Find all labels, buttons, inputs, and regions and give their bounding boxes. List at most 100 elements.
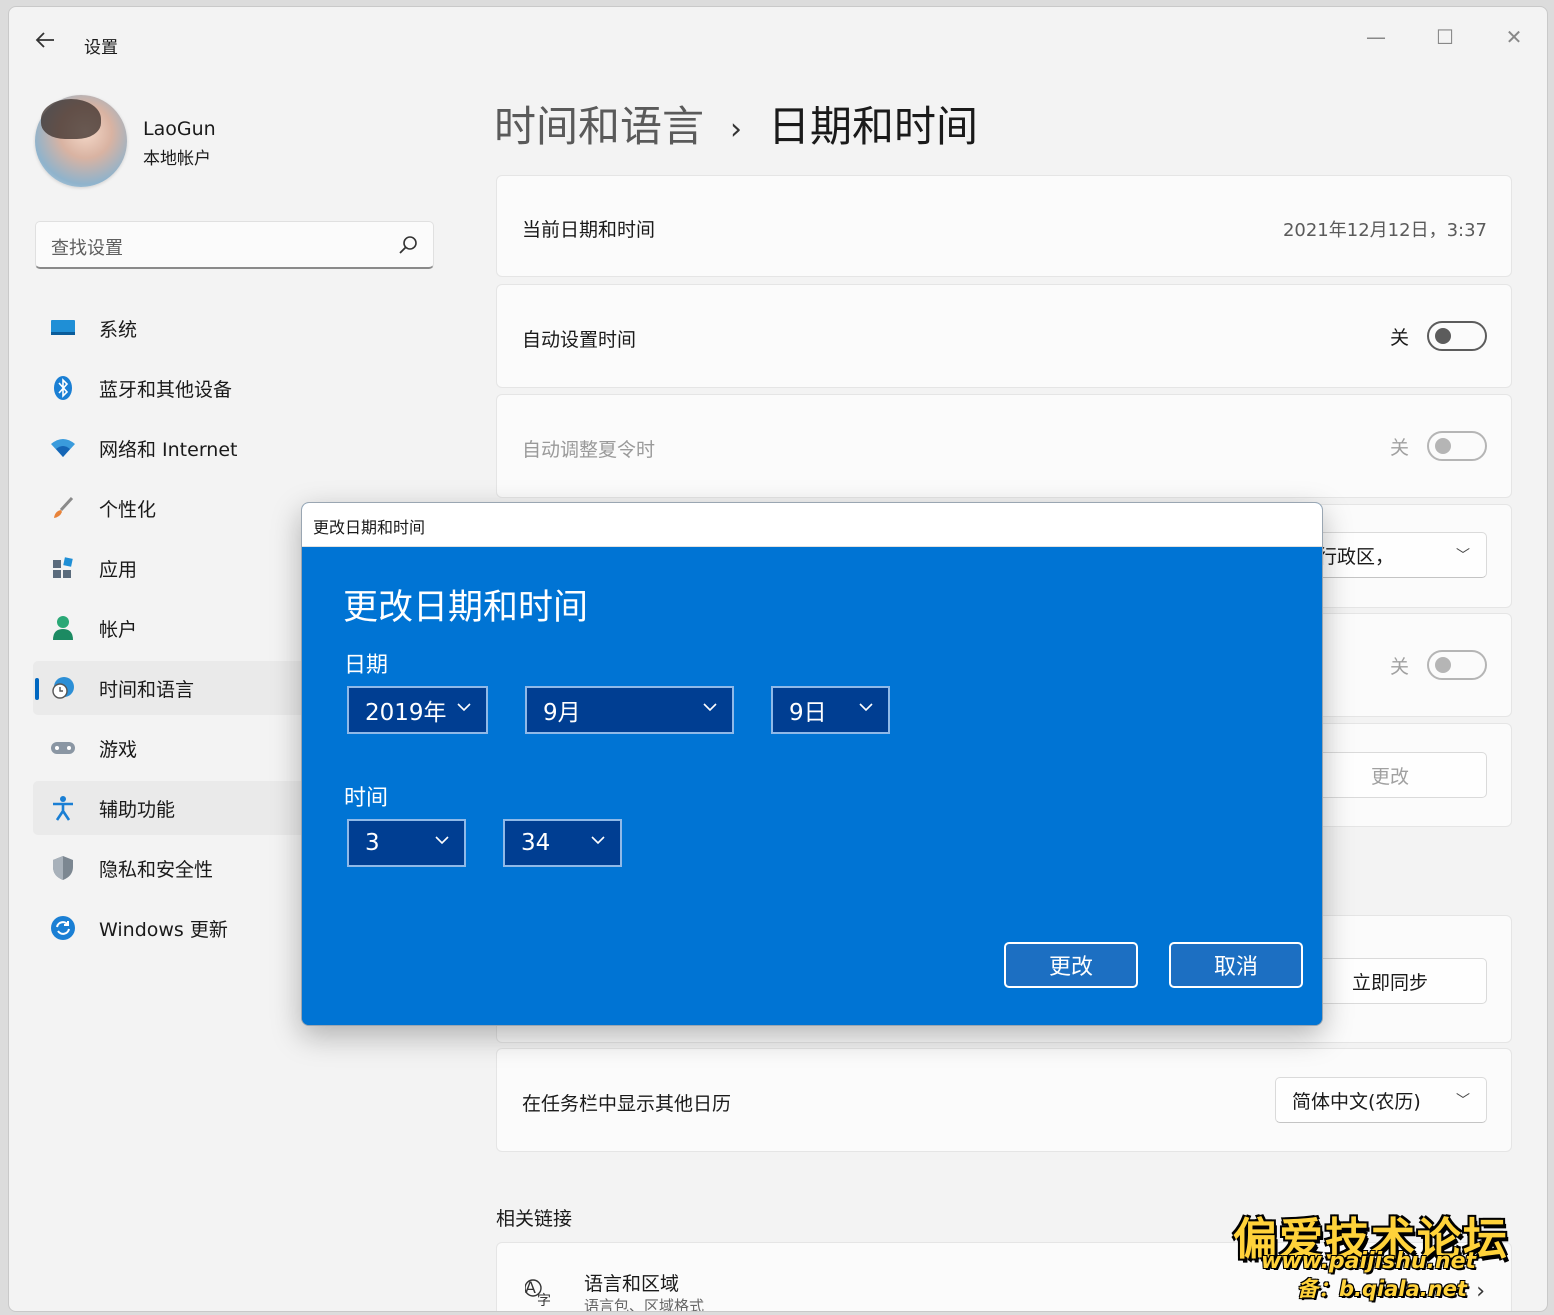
auto-dst-toggle-group: 关 — [1390, 431, 1487, 461]
dialog-titlebar: 更改日期和时间 — [302, 503, 1322, 547]
card-label: 自动设置时间 — [522, 329, 637, 351]
current-datetime-value: 2021年12月12日，3:37 — [1282, 220, 1487, 241]
clock-globe-icon — [49, 674, 77, 702]
maximize-button[interactable]: ☐ — [1422, 19, 1468, 55]
sidebar-item-label: 时间和语言 — [99, 678, 195, 701]
sidebar-item-label: 帐户 — [99, 618, 138, 641]
card-auto-time: 自动设置时间 关 — [496, 284, 1512, 388]
cancel-button[interactable]: 取消 — [1169, 942, 1303, 988]
toggle-knob — [1435, 657, 1451, 673]
page-title: 日期和时间 — [768, 102, 979, 151]
apps-icon — [49, 554, 77, 582]
sidebar-item-bluetooth[interactable]: 蓝牙和其他设备 — [33, 361, 333, 415]
chevron-down-icon — [591, 836, 605, 845]
selection-indicator — [35, 678, 39, 700]
time-label: 时间 — [344, 786, 389, 811]
chevron-down-icon — [859, 703, 873, 712]
wifi-icon — [49, 434, 77, 462]
sidebar-item-label: 网络和 Internet — [99, 438, 238, 461]
sidebar-item-label: 应用 — [99, 558, 138, 581]
year-select[interactable]: 2019年 — [347, 686, 488, 734]
chevron-right-icon: › — [730, 112, 743, 147]
app-title: 设置 — [84, 38, 118, 58]
link-title: 语言和区域 — [584, 1273, 680, 1295]
sidebar-item-label: 隐私和安全性 — [99, 858, 214, 881]
back-button[interactable] — [31, 29, 59, 57]
card-label: 自动调整夏令时 — [522, 439, 656, 461]
related-links-title: 相关链接 — [496, 1208, 573, 1230]
auto-timezone-toggle-group: 关 — [1390, 650, 1487, 680]
toggle-state-text: 关 — [1389, 655, 1409, 678]
svg-text:字: 字 — [537, 1293, 551, 1307]
arrow-left-icon — [35, 32, 54, 48]
toggle-knob — [1435, 438, 1451, 454]
sidebar-item-label: 蓝牙和其他设备 — [99, 378, 233, 401]
avatar-hair — [41, 99, 101, 139]
calendar-value: 简体中文(农历) — [1292, 1090, 1421, 1113]
auto-time-toggle-group: 关 — [1390, 321, 1487, 351]
card-label: 在任务栏中显示其他日历 — [522, 1093, 732, 1115]
toggle-state-text: 关 — [1389, 326, 1409, 349]
sidebar-item-accessibility[interactable]: 辅助功能 — [33, 781, 333, 835]
breadcrumb: 时间和语言 › 日期和时间 — [494, 93, 978, 154]
auto-dst-toggle[interactable] — [1427, 431, 1487, 461]
account-type: 本地帐户 — [143, 149, 211, 169]
avatar[interactable] — [35, 95, 127, 187]
user-name: LaoGun — [143, 118, 216, 140]
sidebar-item-label: 系统 — [99, 318, 138, 341]
chevron-down-icon: ﹀ — [1456, 548, 1470, 564]
sidebar-item-personalization[interactable]: 个性化 — [33, 481, 333, 535]
bluetooth-icon — [49, 374, 77, 402]
search-input[interactable]: 查找设置 — [51, 234, 123, 260]
calendar-select[interactable]: 简体中文(农历) ﹀ — [1275, 1077, 1487, 1123]
sidebar-item-system[interactable]: 系统 — [33, 301, 333, 355]
sidebar-item-gaming[interactable]: 游戏 — [33, 721, 333, 775]
shield-icon — [49, 854, 77, 882]
change-datetime-dialog: 更改日期和时间 更改日期和时间 日期 2019年 9月 9日 时间 3 34 更… — [301, 502, 1323, 1026]
monitor-icon — [49, 314, 77, 342]
card-calendar: 在任务栏中显示其他日历 简体中文(农历) ﹀ — [496, 1048, 1512, 1152]
link-subtitle: 语言包、区域格式 — [584, 1297, 705, 1312]
date-label: 日期 — [344, 653, 389, 678]
chevron-down-icon: ﹀ — [1456, 1093, 1470, 1109]
sidebar-item-network[interactable]: 网络和 Internet — [33, 421, 333, 475]
search-field[interactable]: 查找设置 — [35, 221, 434, 269]
dialog-window-title: 更改日期和时间 — [313, 518, 426, 537]
accessibility-icon — [49, 794, 77, 822]
language-icon: A字 — [524, 1277, 557, 1311]
toggle-knob — [1435, 328, 1451, 344]
sidebar-item-windows-update[interactable]: Windows 更新 — [33, 901, 333, 955]
sidebar-item-time-language[interactable]: 时间和语言 — [33, 661, 333, 715]
day-value: 9日 — [789, 700, 827, 726]
sidebar-item-label: 辅助功能 — [99, 798, 176, 821]
card-current-datetime: 当前日期和时间 2021年12月12日，3:37 — [496, 175, 1512, 277]
month-select[interactable]: 9月 — [525, 686, 734, 734]
brush-icon — [49, 494, 77, 522]
auto-time-toggle[interactable] — [1427, 321, 1487, 351]
chevron-down-icon — [457, 703, 471, 712]
day-select[interactable]: 9日 — [771, 686, 890, 734]
sidebar-item-label: Windows 更新 — [99, 918, 228, 941]
update-icon — [49, 914, 77, 942]
sidebar-item-label: 游戏 — [99, 738, 138, 761]
sidebar-item-accounts[interactable]: 帐户 — [33, 601, 333, 655]
minimize-button[interactable]: — — [1353, 19, 1399, 55]
gamepad-icon — [49, 734, 77, 762]
sidebar-item-apps[interactable]: 应用 — [33, 541, 333, 595]
dialog-body: 更改日期和时间 日期 2019年 9月 9日 时间 3 34 更改 取消 — [302, 547, 1322, 1025]
close-button[interactable]: ✕ — [1491, 19, 1537, 55]
chevron-down-icon — [435, 836, 449, 845]
sidebar-nav: 系统 蓝牙和其他设备 网络和 Internet 个性化 应用 帐户 时间和语言 … — [33, 301, 333, 961]
minute-select[interactable]: 34 — [503, 819, 622, 867]
month-value: 9月 — [543, 700, 581, 726]
sidebar-item-privacy[interactable]: 隐私和安全性 — [33, 841, 333, 895]
watermark-backup-url: 备：b.qiala.net — [1297, 1277, 1467, 1301]
breadcrumb-parent[interactable]: 时间和语言 — [494, 102, 704, 151]
search-icon[interactable] — [397, 234, 419, 256]
hour-value: 3 — [365, 830, 380, 856]
watermark: 偏爱技术论坛 www.paijishu.net 备：b.qiala.net — [1233, 1203, 1539, 1301]
auto-timezone-toggle[interactable] — [1427, 650, 1487, 680]
confirm-change-button[interactable]: 更改 — [1004, 942, 1138, 988]
hour-select[interactable]: 3 — [347, 819, 466, 867]
toggle-state-text: 关 — [1389, 436, 1409, 459]
